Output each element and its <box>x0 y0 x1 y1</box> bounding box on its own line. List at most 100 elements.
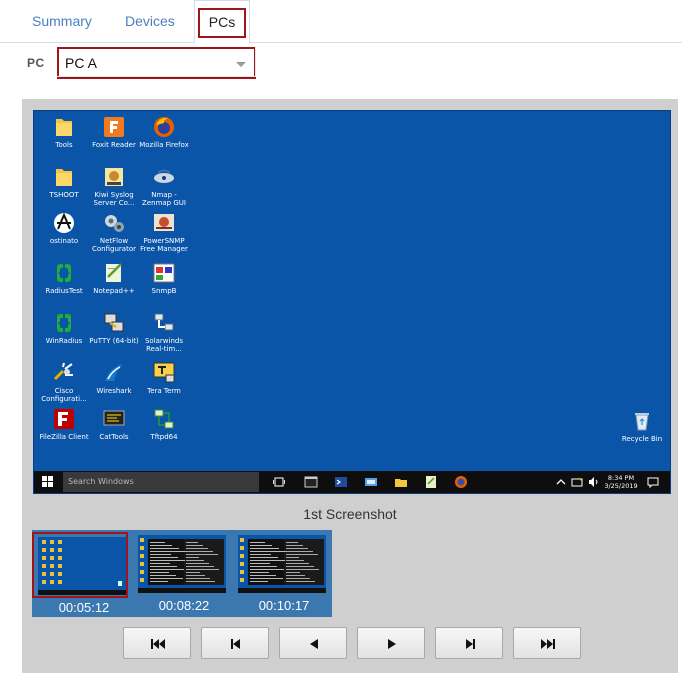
desktop-icon-radiustest[interactable]: RadiusTest <box>36 261 92 295</box>
desktop-icon-label: Notepad++ <box>93 287 135 295</box>
desktop-icon-winradius[interactable]: WinRadius <box>36 311 92 345</box>
desktop-icon-filezilla[interactable]: FileZilla Client <box>36 407 92 441</box>
desktop-icon-label: ostinato <box>49 237 79 245</box>
play-icon <box>388 639 396 649</box>
taskbar-search: Search Windows <box>63 472 259 492</box>
recycle-bin-icon <box>630 409 654 433</box>
nmap-icon <box>152 165 176 189</box>
desktop-icon-notepad-plus[interactable]: Notepad++ <box>86 261 142 295</box>
wireshark-icon <box>102 361 126 385</box>
select-shadow-right <box>255 46 256 77</box>
thumbnail-image <box>38 537 126 595</box>
desktop-icon-firefox[interactable]: Mozilla Firefox <box>136 115 192 149</box>
rewind-button[interactable] <box>279 627 347 659</box>
desktop-icon-cattools[interactable]: CatTools <box>86 407 142 441</box>
next-button[interactable] <box>435 627 503 659</box>
screenshot-thumbnail[interactable]: 00:05:12 <box>32 532 128 615</box>
play-reverse-icon <box>310 639 318 649</box>
notepad-plus-icon <box>102 261 126 285</box>
thumbnail-image <box>138 535 226 593</box>
last-button[interactable] <box>513 627 581 659</box>
pc-select[interactable]: PC A <box>57 47 256 79</box>
cattools-icon <box>102 407 126 431</box>
desktop-icon-cisco-config[interactable]: Cisco Configurati... <box>36 361 92 403</box>
desktop-icon-label: Tools <box>55 141 73 149</box>
desktop-icon-nmap[interactable]: Nmap - Zenmap GUI <box>136 165 192 207</box>
desktop-icon-solarwinds[interactable]: Solarwinds Real-tim... <box>136 311 192 353</box>
chevron-down-icon <box>236 62 246 67</box>
powersnmp-icon <box>152 211 176 235</box>
volume-icon <box>589 477 598 487</box>
firefox-icon <box>152 115 176 139</box>
desktop-icon-label: WinRadius <box>45 337 83 345</box>
taskbar: Search Windows 8:34 PM 3/25/2019 <box>34 471 670 493</box>
desktop-icon-kiwi-syslog[interactable]: Kiwi Syslog Server Co... <box>86 165 142 207</box>
thumbnail-image <box>238 535 326 593</box>
desktop-icon-teraterm[interactable]: Tera Term <box>136 361 192 395</box>
thumbnail-strip: 00:05:12 00:08:22 00:10:17 <box>32 530 332 617</box>
desktop-icon-label: TSHOOT <box>49 191 79 199</box>
desktop-icon-label: Mozilla Firefox <box>139 141 189 149</box>
desktop-icon-label: PuTTY (64-bit) <box>89 337 139 345</box>
desktop-icon-label: Nmap - Zenmap GUI <box>142 191 186 207</box>
play-button[interactable] <box>357 627 425 659</box>
cisco-config-icon <box>52 361 76 385</box>
desktop-icon-label: SnmpB <box>151 287 177 295</box>
desktop-icon-label: CatTools <box>99 433 129 441</box>
ostinato-icon <box>52 211 76 235</box>
desktop-icon-label: Kiwi Syslog Server Co... <box>93 191 135 207</box>
radiustest-icon <box>52 261 76 285</box>
winradius-icon <box>52 311 76 335</box>
desktop-icon-snmpb[interactable]: SnmpB <box>136 261 192 295</box>
desktop-icon-recycle-bin[interactable]: Recycle Bin <box>614 409 670 443</box>
tab-summary[interactable]: Summary <box>32 0 92 43</box>
desktop-icon-netflow[interactable]: NetFlow Configurator <box>86 211 142 253</box>
skip-to-start-icon <box>151 639 165 649</box>
kiwi-syslog-icon <box>102 165 126 189</box>
tab-bar: Summary Devices PCs <box>0 0 682 44</box>
firefox-taskbar-icon <box>455 476 467 488</box>
desktop-icon-foxit-reader[interactable]: Foxit Reader <box>86 115 142 149</box>
select-shadow-bottom <box>57 76 255 77</box>
chevron-up-icon <box>556 479 566 485</box>
step-forward-icon <box>466 639 475 649</box>
desktop-icon-label: Tera Term <box>147 387 181 395</box>
solarwinds-icon <box>152 311 176 335</box>
desktop-icon-tftpd[interactable]: Tftpd64 <box>136 407 192 441</box>
network-app-icon <box>365 478 377 486</box>
tftpd-icon <box>152 407 176 431</box>
putty-icon <box>102 311 126 335</box>
terminal-app-icon <box>304 476 318 488</box>
tab-devices[interactable]: Devices <box>125 0 175 43</box>
tab-pcs[interactable]: PCs <box>194 0 250 44</box>
powershell-icon <box>335 477 347 487</box>
desktop-icon-powersnmp[interactable]: PowerSNMP Free Manager <box>136 211 192 253</box>
foxit-reader-icon <box>102 115 126 139</box>
pc-select-value: PC A <box>65 55 97 71</box>
desktop-icon-label: NetFlow Configurator <box>92 237 136 253</box>
notepad-taskbar-icon <box>426 476 436 488</box>
desktop-icon-label: Recycle Bin <box>621 435 663 443</box>
desktop-icon-label: FileZilla Client <box>39 433 89 441</box>
taskbar-clock: 8:34 PM 3/25/2019 <box>600 474 642 490</box>
notifications-icon <box>647 477 659 489</box>
first-button[interactable] <box>123 627 191 659</box>
desktop-icon-folder[interactable]: Tools <box>36 115 92 149</box>
screenshot-thumbnail[interactable]: 00:10:17 <box>234 532 330 613</box>
screenshot-thumbnail[interactable]: 00:08:22 <box>134 532 230 613</box>
desktop-icon-ostinato[interactable]: ostinato <box>36 211 92 245</box>
filezilla-icon <box>52 407 76 431</box>
desktop-icon-label: Foxit Reader <box>92 141 136 149</box>
desktop-screenshot[interactable]: Search Windows 8:34 PM 3/25/2019 Tools Fo… <box>33 110 671 494</box>
task-view-icon <box>273 477 285 487</box>
desktop-icon-putty[interactable]: PuTTY (64-bit) <box>86 311 142 345</box>
desktop-icon-wireshark[interactable]: Wireshark <box>86 361 142 395</box>
windows-start-icon <box>42 476 54 488</box>
previous-button[interactable] <box>201 627 269 659</box>
desktop-icon-label: RadiusTest <box>45 287 83 295</box>
desktop-icon-label: Wireshark <box>96 387 132 395</box>
skip-to-end-icon <box>541 639 555 649</box>
desktop-icon-folder[interactable]: TSHOOT <box>36 165 92 199</box>
teraterm-icon <box>152 361 176 385</box>
thumbnail-time: 00:08:22 <box>158 598 210 613</box>
